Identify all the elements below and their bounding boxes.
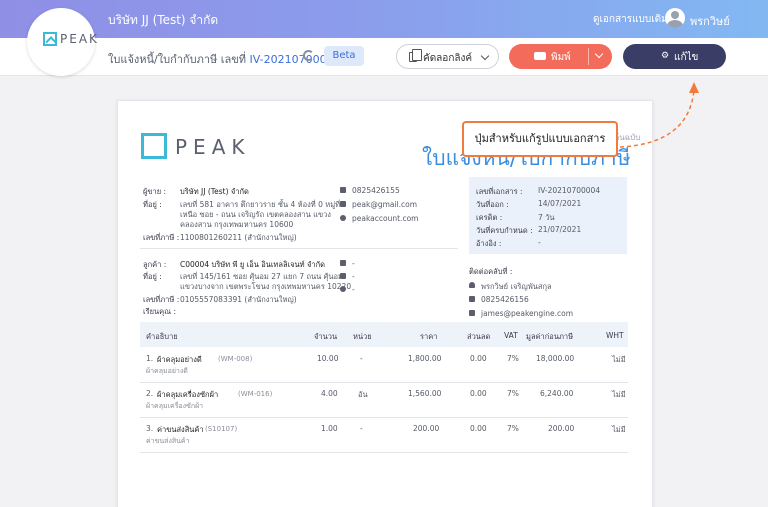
callout-arrow bbox=[619, 82, 699, 148]
edit-format-callout: ปุ่มสำหรับแก้รูปแบบเอกสาร bbox=[462, 121, 618, 157]
